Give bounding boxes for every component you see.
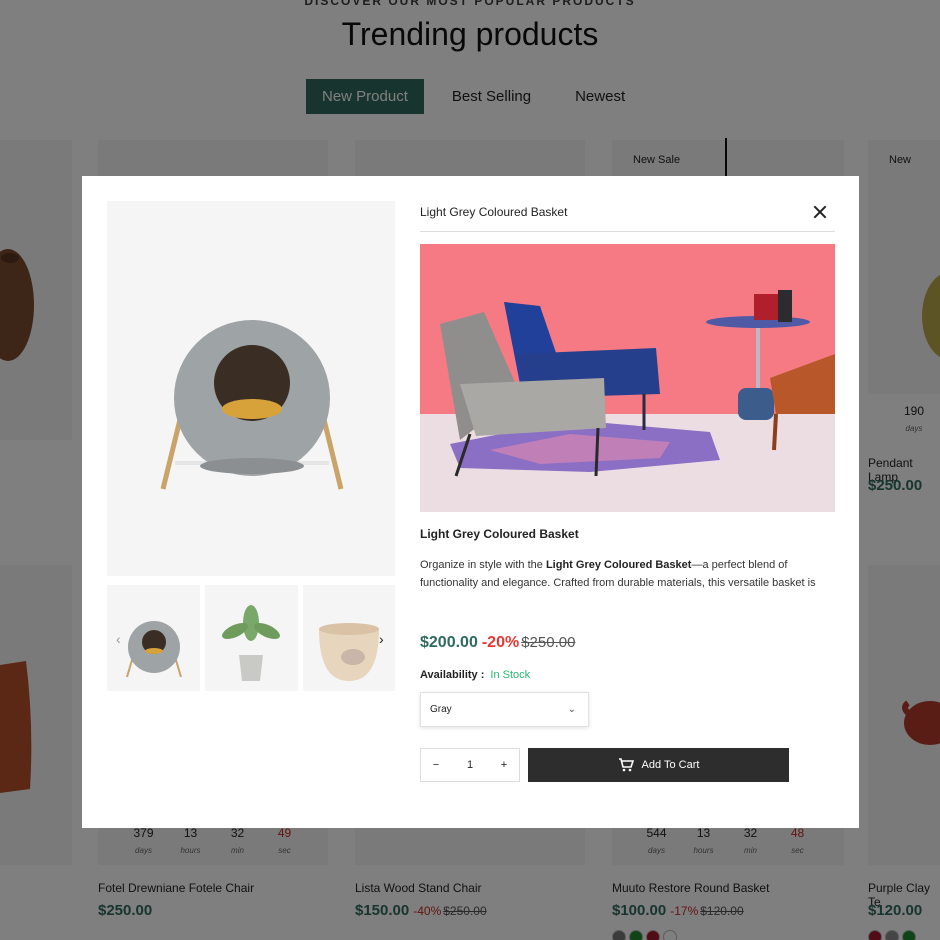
product-title: Light Grey Coloured Basket — [420, 527, 579, 541]
quick-view-modal: ‹ › Light Grey Coloured Basket Light Gre… — [82, 176, 859, 828]
chevron-right-icon[interactable]: › — [379, 631, 384, 647]
discount-percent: -20% — [481, 634, 520, 651]
cart-icon — [618, 758, 634, 772]
old-price: $250.00 — [521, 634, 576, 651]
main-product-image — [107, 201, 395, 576]
modal-title: Light Grey Coloured Basket — [420, 205, 568, 219]
lounge-chairs-image — [420, 244, 835, 512]
price-block: $200.00 -20% $250.00 — [420, 634, 575, 652]
plant-thumbnail-image — [222, 605, 280, 681]
availability: Availability : In Stock — [420, 669, 530, 681]
description-prefix: Organize in style with the — [420, 559, 546, 571]
lifestyle-banner-image — [420, 244, 835, 512]
qty-decrement-button[interactable]: − — [421, 759, 451, 771]
basket-image — [160, 320, 344, 490]
variant-select[interactable]: Gray ⌄ — [420, 692, 589, 727]
variant-selected-value: Gray — [430, 704, 452, 715]
add-to-cart-label: Add To Cart — [641, 759, 700, 771]
thumbnail-strip — [107, 585, 395, 691]
quantity-stepper: − 1 + — [420, 748, 520, 782]
qty-value[interactable]: 1 — [455, 759, 485, 771]
chevron-left-icon[interactable]: ‹ — [116, 631, 121, 647]
qty-increment-button[interactable]: + — [489, 759, 519, 771]
close-icon[interactable] — [809, 201, 831, 223]
add-to-cart-button[interactable]: Add To Cart — [528, 748, 789, 782]
current-price: $200.00 — [420, 634, 478, 651]
modal-header: Light Grey Coloured Basket — [420, 201, 835, 232]
availability-value: In Stock — [490, 669, 531, 681]
chevron-down-icon: ⌄ — [567, 704, 576, 715]
availability-label: Availability : — [420, 669, 485, 681]
thumbnail-plant[interactable] — [205, 585, 298, 691]
product-description: Organize in style with the Light Grey Co… — [420, 556, 835, 592]
description-bold: Light Grey Coloured Basket — [545, 559, 692, 571]
